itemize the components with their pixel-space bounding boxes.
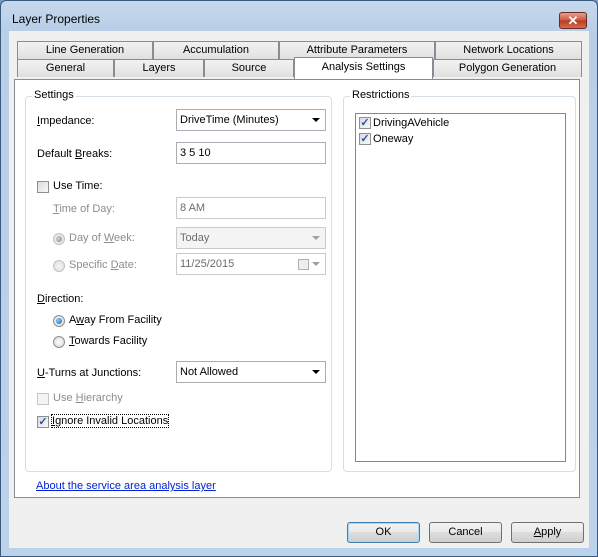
tab-label: Layers (142, 62, 176, 74)
restriction-label: Oneway (373, 133, 414, 145)
uturns-label: U-Turns at Junctions: (37, 367, 142, 379)
restriction-label: DrivingAVehicle (373, 117, 450, 129)
apply-label-mnemonic: A (533, 526, 542, 538)
use-time-checkbox[interactable] (37, 181, 49, 193)
specific-date-value: 11/25/2015 (180, 258, 235, 270)
chevron-down-icon (312, 118, 320, 122)
tab-analysis-settings[interactable]: Analysis Settings (294, 57, 433, 79)
tab-label: Polygon Generation (458, 62, 557, 74)
window-title: Layer Properties (12, 12, 101, 26)
settings-group: Settings Impedance: DriveTime (Minutes) … (25, 89, 332, 472)
layer-properties-window: Layer Properties ✕ Line Generation Accum… (0, 0, 598, 557)
analysis-settings-panel: Settings Impedance: DriveTime (Minutes) … (14, 79, 580, 498)
tab-label: Analysis Settings (321, 61, 406, 73)
tab-polygon-generation[interactable]: Polygon Generation (433, 59, 582, 77)
settings-group-label: Settings (32, 89, 76, 101)
chevron-down-icon (312, 236, 320, 240)
close-button[interactable]: ✕ (559, 12, 587, 29)
apply-button[interactable]: Apply (511, 522, 584, 543)
specific-date-label: Specific Date: (69, 259, 137, 271)
default-breaks-input[interactable]: 3 5 10 (176, 142, 326, 164)
default-breaks-value: 3 5 10 (180, 147, 211, 159)
cancel-button[interactable]: Cancel (429, 522, 502, 543)
tab-layers[interactable]: Layers (114, 59, 204, 77)
title-bar[interactable]: Layer Properties ✕ (1, 1, 597, 31)
towards-facility-label: Towards Facility (69, 335, 148, 347)
tab-label: Accumulation (182, 44, 250, 56)
tab-accumulation[interactable]: Accumulation (153, 41, 279, 59)
time-of-day-label: Time of Day: (53, 203, 115, 215)
restriction-checkbox[interactable]: ✓ (359, 133, 371, 145)
check-icon: ✓ (38, 416, 48, 428)
tab-label: Source (231, 62, 267, 74)
uturns-value: Not Allowed (180, 366, 239, 378)
uturns-dropdown[interactable]: Not Allowed (176, 361, 326, 383)
day-of-week-label: Day of Week: (69, 232, 135, 244)
specific-date-picker[interactable]: 11/25/2015 (176, 253, 326, 275)
restrictions-list[interactable]: ✓ DrivingAVehicle ✓ Oneway (355, 113, 566, 462)
chevron-down-icon (312, 370, 320, 374)
tab-general[interactable]: General (17, 59, 114, 77)
day-of-week-radio[interactable] (53, 233, 65, 245)
about-service-area-link[interactable]: About the service area analysis layer (36, 480, 216, 492)
default-breaks-label: Default Breaks: (37, 148, 113, 160)
away-from-facility-radio[interactable] (53, 315, 65, 327)
tab-network-locations[interactable]: Network Locations (435, 41, 582, 59)
impedance-label: Impedance: (37, 115, 95, 127)
direction-label: Direction: (37, 293, 84, 305)
check-icon: ✓ (360, 133, 370, 145)
tab-label: Line Generation (45, 44, 125, 56)
check-icon: ✓ (360, 117, 370, 129)
impedance-dropdown[interactable]: DriveTime (Minutes) (176, 109, 326, 131)
ok-label: OK (375, 526, 392, 538)
time-of-day-value: 8 AM (180, 202, 206, 214)
day-of-week-value: Today (180, 232, 210, 244)
towards-facility-radio[interactable] (53, 336, 65, 348)
close-icon: ✕ (567, 13, 579, 28)
use-time-label: Use Time: (53, 180, 103, 192)
tab-line-generation[interactable]: Line Generation (17, 41, 153, 59)
apply-label: pply (541, 526, 562, 538)
restrictions-group: Restrictions ✓ DrivingAVehicle ✓ Oneway (343, 89, 576, 472)
day-of-week-dropdown[interactable]: Today (176, 227, 326, 249)
specific-date-radio[interactable] (53, 260, 65, 272)
impedance-value: DriveTime (Minutes) (180, 114, 279, 126)
use-hierarchy-checkbox[interactable] (37, 393, 49, 405)
cancel-label: Cancel (448, 526, 483, 538)
tab-label: Attribute Parameters (306, 44, 408, 56)
away-from-facility-label: Away From Facility (69, 314, 162, 326)
use-hierarchy-label: Use Hierarchy (53, 392, 123, 404)
ok-button[interactable]: OK (347, 522, 420, 543)
time-of-day-input[interactable]: 8 AM (176, 197, 326, 219)
tab-label: Network Locations (463, 44, 554, 56)
tab-label: General (45, 62, 86, 74)
calendar-icon (298, 259, 309, 270)
ignore-invalid-locations-label: Ignore Invalid Locations (50, 414, 170, 428)
tab-source[interactable]: Source (204, 59, 294, 77)
ignore-invalid-locations-checkbox[interactable]: ✓ (37, 416, 49, 428)
restriction-checkbox[interactable]: ✓ (359, 117, 371, 129)
chevron-down-icon (312, 262, 320, 266)
restrictions-group-label: Restrictions (350, 89, 412, 101)
dialog-client: Line Generation Accumulation Attribute P… (9, 31, 589, 548)
